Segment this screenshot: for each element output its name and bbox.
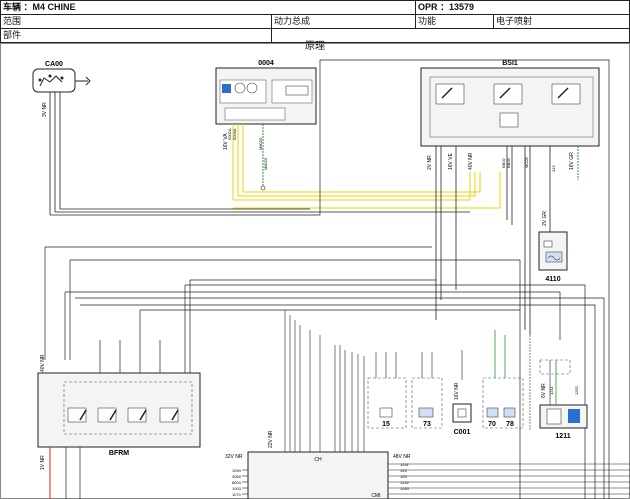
wire-5003a: 5003A	[232, 128, 237, 140]
ecu-pins-right: 1241 123 125 1242 1263	[400, 462, 410, 491]
78-label: 78	[506, 421, 514, 428]
wire-m8025-b: M8025	[258, 137, 263, 150]
ecu-connector-c: 48V NR	[393, 454, 411, 460]
component-ca00: CA00 3V NR	[32, 61, 91, 215]
ecu-cmi-label: CMI	[371, 493, 380, 499]
component-bfrm: BFRM 40V NR 1V NR	[37, 280, 201, 499]
ecu-pin-l0: 1094	[232, 468, 242, 473]
bfrm-label: BFRM	[109, 450, 129, 457]
wire-1211: 1211	[549, 386, 554, 395]
bfrm-connector: 40V NR	[40, 354, 46, 372]
wire-1252: 1252	[574, 385, 579, 395]
ecu-top-wires	[284, 310, 365, 452]
4110-label: 4110	[545, 276, 560, 283]
bfrm-bottom-connector: 1V NR	[40, 455, 46, 470]
ecu-pin-l4: 1179	[232, 492, 241, 497]
15-label: 15	[382, 421, 390, 428]
ecu-pin-r3: 1242	[400, 480, 410, 485]
bsi1-connector-c: 40V NR	[468, 152, 474, 170]
1211-connector: 6V NR	[541, 383, 547, 398]
ecu-pin-r4: 1263	[400, 486, 410, 491]
ecu-pin-r0: 1241	[400, 462, 410, 467]
component-15: 15	[367, 352, 407, 429]
ecu-pin-l1: 3069	[232, 474, 242, 479]
ecu-connector-a: 32V NR	[225, 454, 243, 460]
ecu-pin-r2: 125	[400, 474, 407, 479]
c001-connector: 16V NR	[454, 382, 460, 400]
wire-tags: 5002A 5003A M8025 BB02 BB03 MC05 1211 12…	[227, 128, 579, 395]
component-70-78: 70 78	[482, 330, 531, 430]
component-1211: 1211 6V NR	[539, 359, 588, 440]
bsi1-connector-a: 2V NR	[427, 155, 433, 170]
1211-label: 1211	[555, 433, 570, 440]
bsi1-connector-b: 16V VE	[448, 152, 454, 170]
ecu-pins-left: 1094 3069 8004 1003 1179	[232, 468, 242, 497]
wire-419: 419	[551, 165, 556, 172]
0004-label: 0004	[258, 60, 274, 67]
ca00-connector: 3V NR	[42, 102, 48, 117]
bsi1-label: BSI1	[502, 60, 518, 67]
4110-connector: 2V GR	[542, 211, 548, 226]
ecu-ch-label: CH	[314, 457, 322, 463]
73-label: 73	[423, 421, 431, 428]
component-4110: 4110 2V GR	[538, 211, 568, 283]
wire-mc05: MC05	[524, 157, 529, 168]
component-73: 73	[411, 352, 443, 429]
wiring-diagram: CA00 3V NR 0004 16V VA M8025 BSI1 2V NR …	[0, 43, 630, 499]
ecu-pin-l3: 1003	[232, 486, 242, 491]
ca00-label: CA00	[45, 61, 63, 68]
ecu-connector-b: 22V NR	[268, 430, 274, 448]
ecu-pin-r1: 123	[400, 468, 407, 473]
wire-bb03: BB03	[506, 157, 511, 168]
component-c001: C001 16V NR	[452, 350, 472, 436]
can-bus-lines	[233, 172, 501, 209]
c001-label: C001	[454, 429, 471, 436]
ecu-pin-l2: 8004	[232, 480, 242, 485]
component-bsi1: BSI1 2V NR 16V VE 40V NR 16V GR 419	[420, 60, 600, 335]
70-label: 70	[488, 421, 496, 428]
wire-m8025: M8025	[263, 157, 268, 170]
bsi1-connector-d: 16V GR	[569, 152, 575, 170]
